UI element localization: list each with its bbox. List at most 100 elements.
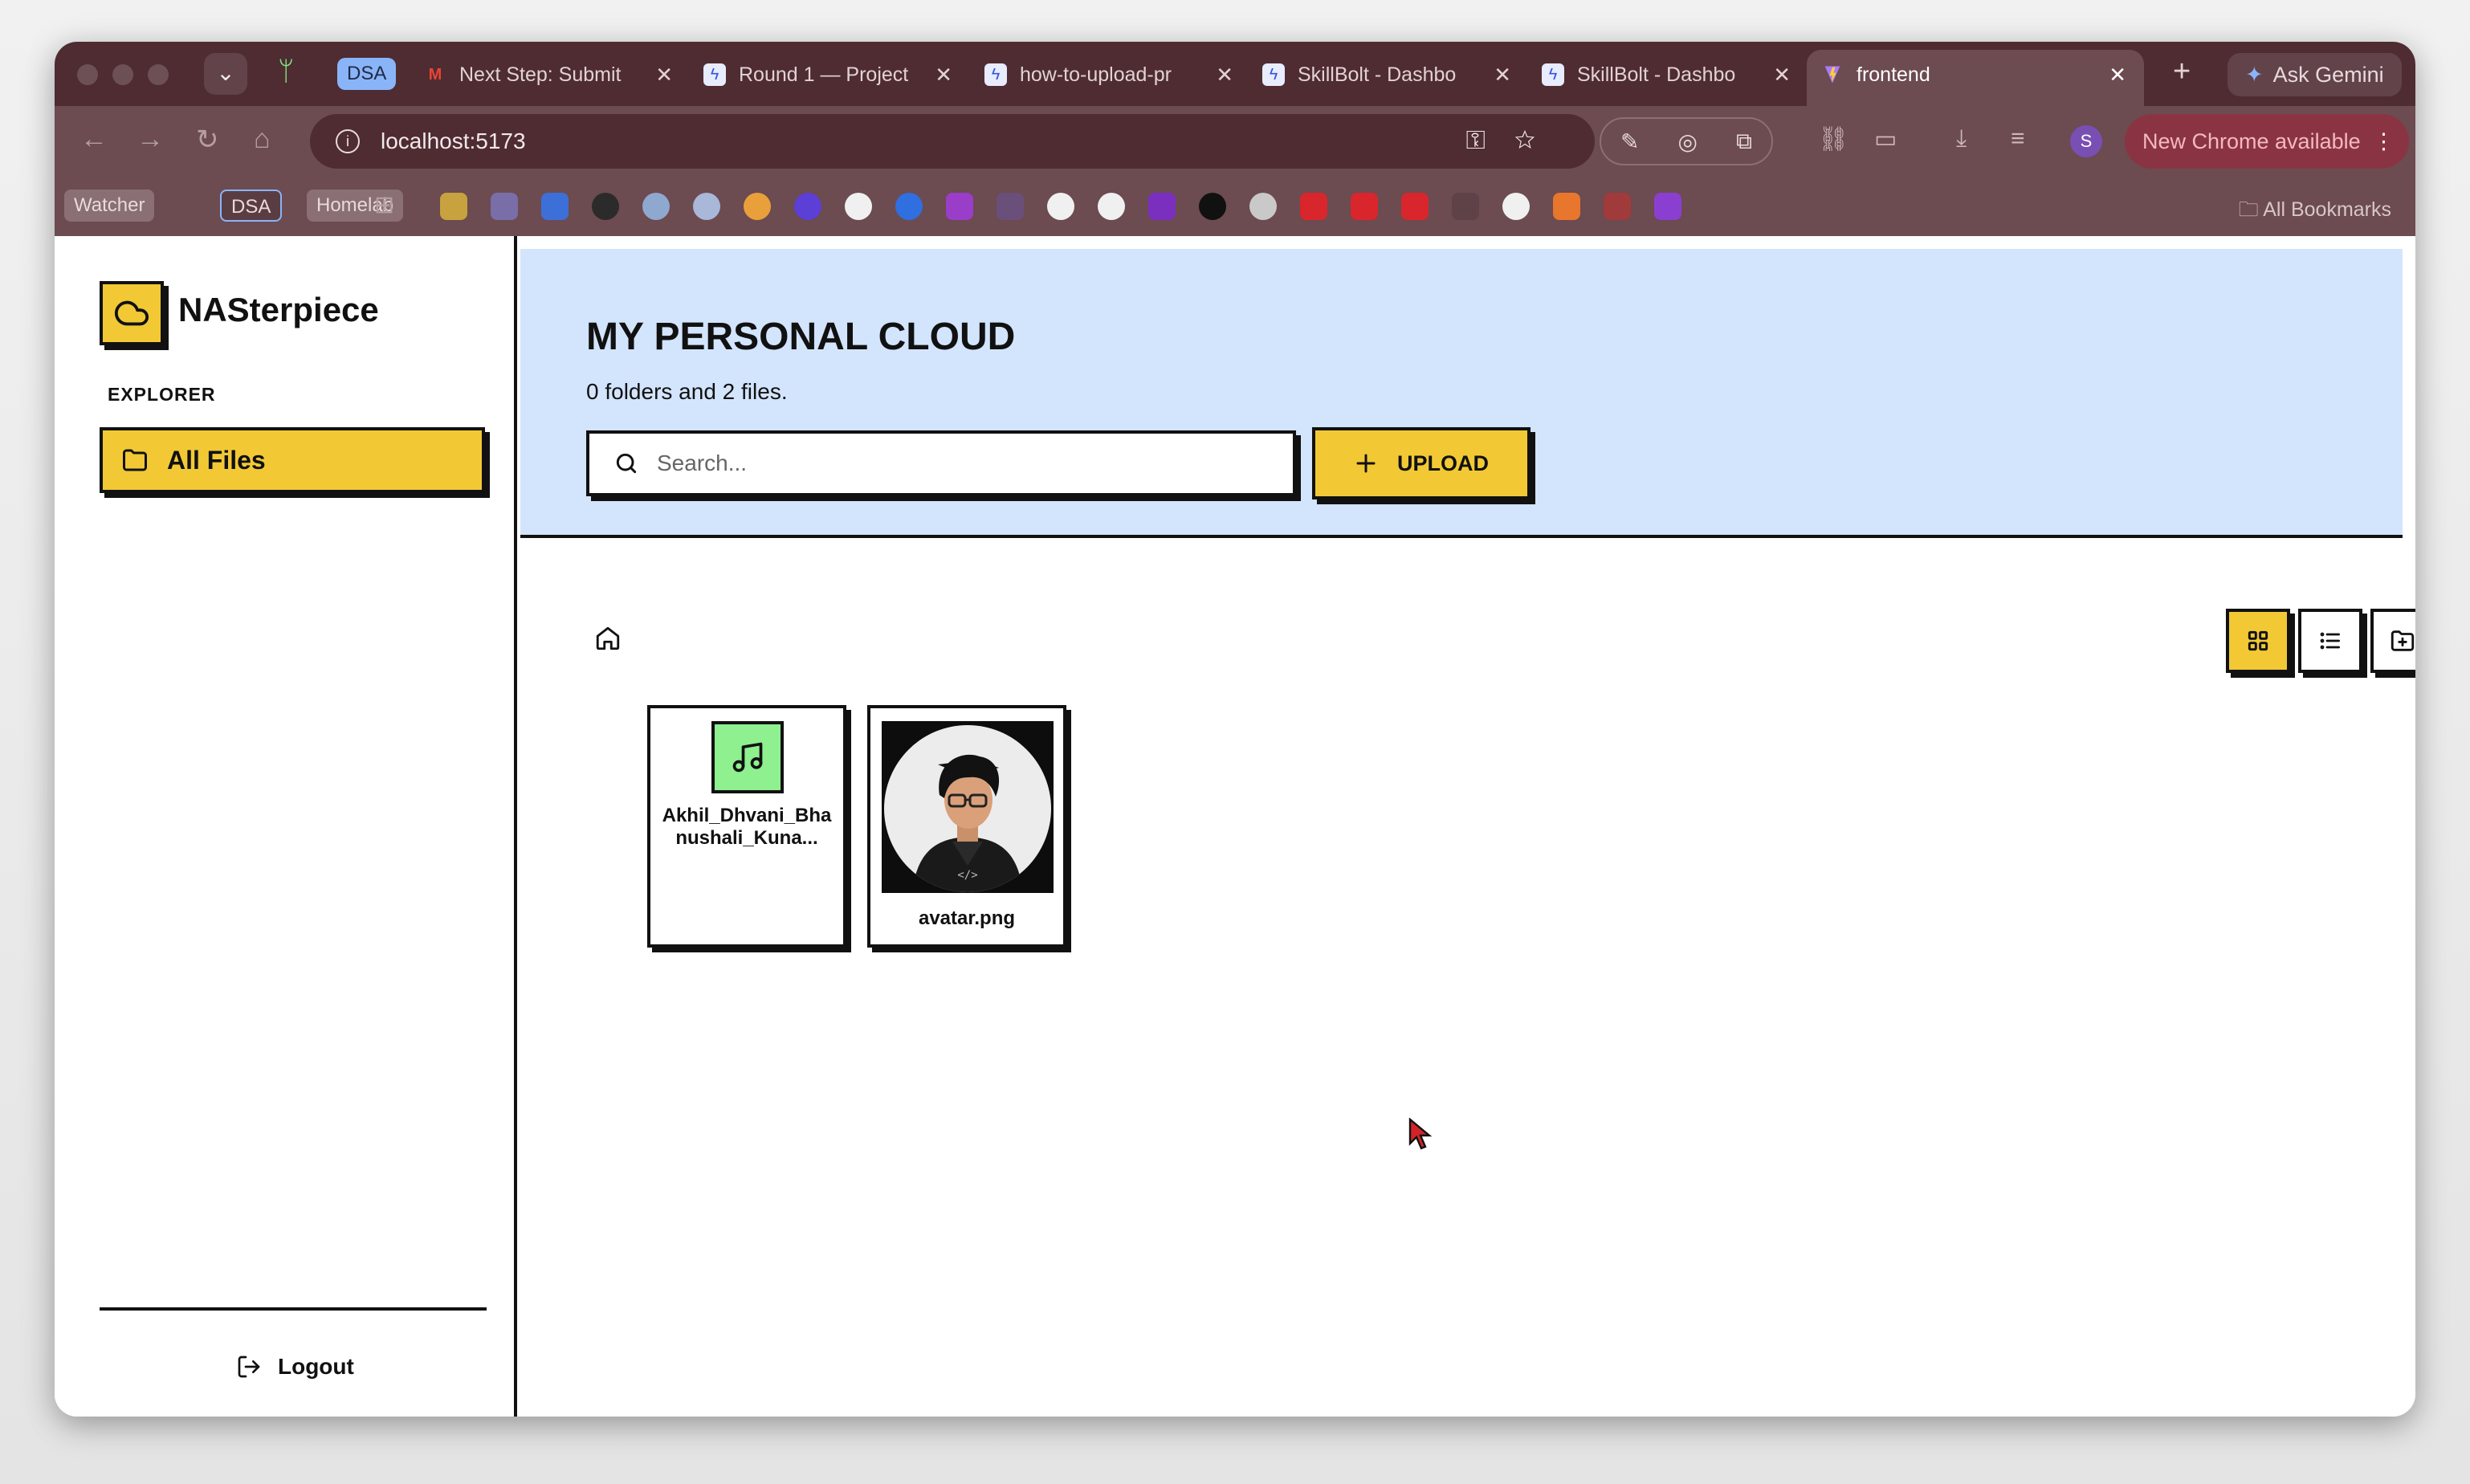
upload-button[interactable]: UPLOAD <box>1312 427 1531 499</box>
search-box[interactable] <box>586 430 1296 496</box>
bookmark-favicon[interactable] <box>1604 193 1631 220</box>
globe-icon[interactable] <box>1249 193 1277 220</box>
eyedropper-icon[interactable]: ✎ <box>1620 128 1639 155</box>
devices-icon[interactable]: ▭ <box>1874 125 1897 153</box>
bookmark-favicon[interactable] <box>440 193 467 220</box>
home-icon <box>596 626 620 650</box>
minimize-window-button[interactable] <box>112 64 133 85</box>
site-info-icon[interactable]: i <box>336 129 360 153</box>
grid-icon <box>2248 630 2268 651</box>
bookmark-favicon[interactable] <box>1553 193 1580 220</box>
link-icon[interactable]: ⛓ <box>1818 125 1848 153</box>
explorer-heading: EXPLORER <box>108 384 216 405</box>
close-tab-icon[interactable]: ✕ <box>935 63 952 88</box>
all-bookmarks[interactable]: 🗀 All Bookmarks <box>2239 194 2391 229</box>
bookmark-favicon[interactable] <box>997 193 1024 220</box>
key-and-star-icons[interactable]: ⚿☆ <box>1466 125 1564 156</box>
logout-icon <box>238 1356 260 1378</box>
bookmark-favicon[interactable] <box>1148 193 1176 220</box>
address-bar[interactable]: i localhost:5173 ⚿☆ <box>310 114 1595 169</box>
close-tab-icon[interactable]: ✕ <box>1773 63 1791 88</box>
folder-icon: 🗀 <box>2238 198 2264 221</box>
bookmark-favicon[interactable] <box>1654 193 1681 220</box>
browser-window: ⌄ ᛘ DSA M Next Step: Submit ✕ ϟ Round 1 … <box>55 42 2415 1417</box>
apps-grid-icon[interactable]: ⊞ <box>374 191 394 219</box>
grid-view-button[interactable] <box>2226 609 2290 673</box>
music-note-icon <box>711 721 784 793</box>
bookmark-favicon[interactable] <box>794 193 821 220</box>
maximize-window-button[interactable] <box>148 64 169 85</box>
logout-button[interactable]: Logout <box>236 1354 354 1380</box>
github-icon[interactable] <box>1047 193 1074 220</box>
bookmark-favicon[interactable] <box>946 193 973 220</box>
bookmark-watcher[interactable]: Watcher <box>64 190 155 222</box>
profile-avatar[interactable]: S <box>2070 125 2102 157</box>
page-title: MY PERSONAL CLOUD <box>586 316 1016 358</box>
youtube-icon[interactable] <box>1300 193 1327 220</box>
bookmark-favicon[interactable] <box>1452 193 1479 220</box>
bookmark-favicon[interactable] <box>592 193 619 220</box>
bookmark-favicon[interactable] <box>1199 193 1226 220</box>
back-arrow-icon[interactable]: ← <box>80 124 108 155</box>
puzzle-icon[interactable]: ⧉ <box>1736 128 1752 155</box>
tab-skillbolt-1[interactable]: ϟ SkillBolt - Dashbo ✕ <box>1262 50 1511 100</box>
update-chrome-button[interactable]: New Chrome available ⋮ <box>2125 114 2409 169</box>
extensions-group[interactable]: ✎ ◎ ⧉ <box>1600 117 1773 165</box>
google-icon[interactable] <box>744 193 771 220</box>
folder-icon <box>123 449 147 471</box>
bookmark-favicon[interactable] <box>693 193 720 220</box>
bookmarks-bar: Watcher DSA Homelab ⊞ 🗀 All Bookmarks <box>55 177 2415 236</box>
hero-header: MY PERSONAL CLOUD 0 folders and 2 files.… <box>520 249 2403 538</box>
extension-swirl-icon[interactable]: ◎ <box>1678 128 1698 155</box>
youtube-icon[interactable] <box>1401 193 1429 220</box>
close-tab-icon[interactable]: ✕ <box>655 63 673 88</box>
close-tab-icon[interactable]: ✕ <box>1494 63 1511 88</box>
list-icon <box>2320 632 2340 650</box>
folder-file-count: 0 folders and 2 files. <box>586 379 788 404</box>
bookmark-favicon[interactable] <box>541 193 569 220</box>
download-icon[interactable]: ⤓ <box>1956 125 1967 153</box>
close-window-button[interactable] <box>77 64 98 85</box>
tab-skillbolt-2[interactable]: ϟ SkillBolt - Dashbo ✕ <box>1542 50 1791 100</box>
github-icon[interactable] <box>1502 193 1530 220</box>
sidebar-item-all-files[interactable]: All Files <box>100 427 485 493</box>
fork-icon[interactable]: ᛘ <box>278 56 294 88</box>
github-icon[interactable] <box>1098 193 1125 220</box>
file-name: avatar.png <box>918 907 1016 929</box>
brand-name: NASterpiece <box>178 291 379 328</box>
list-view-button[interactable] <box>2298 609 2362 673</box>
breadcrumb-home[interactable] <box>594 625 622 656</box>
browser-toolbar: ← → ↻ ⌂ i localhost:5173 ⚿☆ ✎ ◎ ⧉ ⛓ ▭ ⤓ … <box>55 106 2415 177</box>
forward-arrow-icon[interactable]: → <box>137 124 164 155</box>
app-root: NASterpiece EXPLORER All Files Logout MY… <box>55 236 2415 1417</box>
tab-strip: ⌄ ᛘ DSA M Next Step: Submit ✕ ϟ Round 1 … <box>55 42 2415 106</box>
more-vert-icon[interactable]: ⋮ <box>2373 129 2395 154</box>
new-folder-button[interactable] <box>2370 609 2415 673</box>
search-input[interactable] <box>657 450 1267 476</box>
gemini-sparkle-icon: ✦ <box>2245 62 2264 87</box>
bolt-icon: ϟ <box>1542 63 1564 86</box>
tab-frontend[interactable]: frontend ✕ <box>1821 50 2126 100</box>
youtube-icon[interactable] <box>1351 193 1378 220</box>
close-tab-icon[interactable]: ✕ <box>1216 63 1233 88</box>
github-icon[interactable] <box>845 193 872 220</box>
bookmark-favicon[interactable] <box>895 193 923 220</box>
new-tab-button[interactable]: + <box>2173 55 2191 89</box>
reload-icon[interactable]: ↻ <box>196 124 219 156</box>
home-icon[interactable]: ⌂ <box>254 124 271 155</box>
tab-gmail[interactable]: M Next Step: Submit ✕ <box>424 50 673 100</box>
media-queue-icon[interactable]: ≡ <box>2011 125 2025 153</box>
close-tab-icon[interactable]: ✕ <box>2109 63 2126 88</box>
bookmark-favicon[interactable] <box>642 193 670 220</box>
tab-search-button[interactable]: ⌄ <box>204 53 247 95</box>
file-card-audio[interactable]: Akhil_Dhvani_Bhanushali_Kuna... <box>647 705 846 948</box>
file-card-image[interactable]: </> avatar.png <box>867 705 1066 948</box>
tab-how-to-upload[interactable]: ϟ how-to-upload-pr ✕ <box>984 50 1233 100</box>
bookmark-dsa[interactable]: DSA <box>220 190 283 222</box>
tab-group-dsa[interactable]: DSA <box>337 58 397 90</box>
ask-gemini-button[interactable]: ✦ Ask Gemini <box>2227 53 2402 96</box>
gmail-icon: M <box>428 65 442 84</box>
tab-round1[interactable]: ϟ Round 1 — Project ✕ <box>703 50 952 100</box>
sidebar-divider <box>100 1307 487 1311</box>
bookmark-favicon[interactable] <box>491 193 518 220</box>
